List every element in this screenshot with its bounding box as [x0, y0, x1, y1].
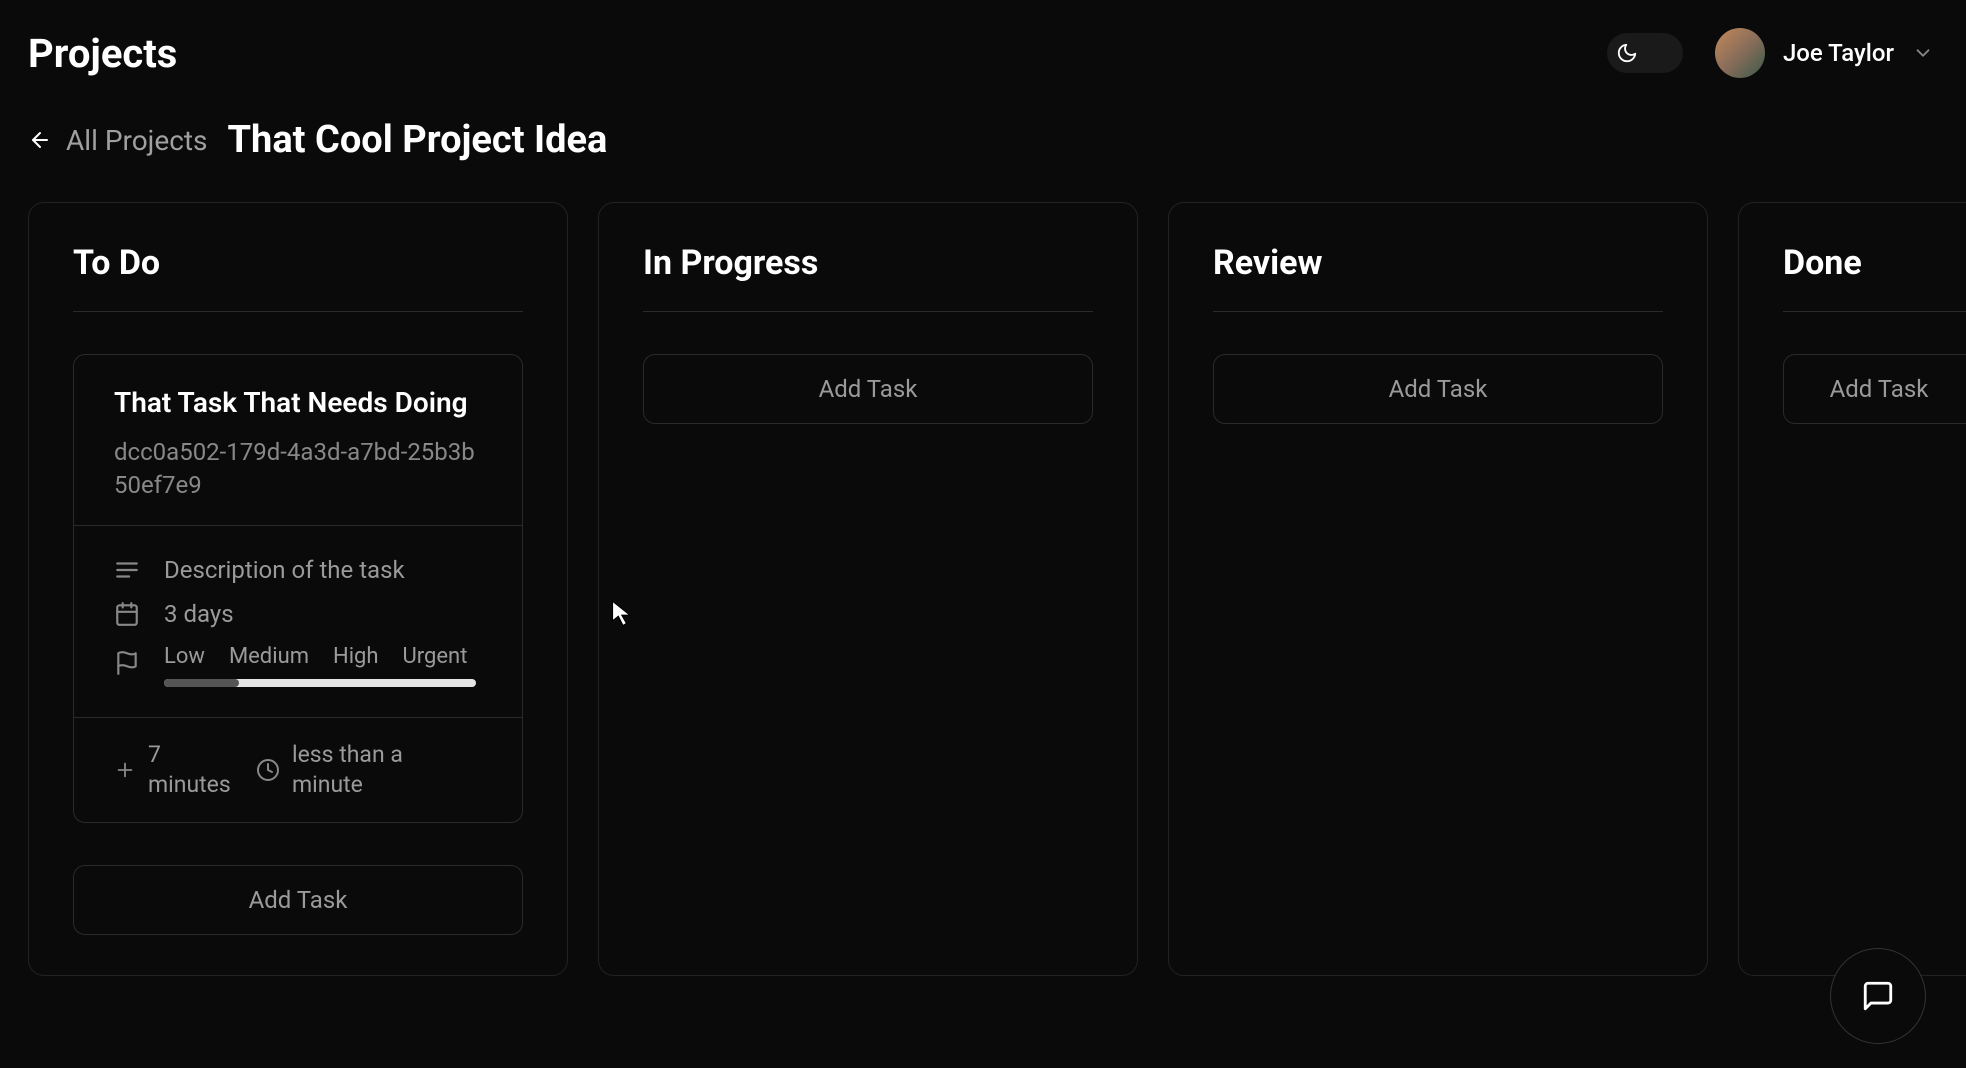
task-due: 3 days — [164, 600, 234, 628]
chat-icon — [1861, 979, 1895, 1013]
clock-icon — [256, 758, 280, 782]
priority-low: Low — [164, 644, 205, 669]
task-foot: 7 minutes less than a minute — [74, 717, 522, 822]
arrow-left-icon — [28, 128, 52, 152]
avatar — [1715, 28, 1765, 78]
column-title: In Progress — [643, 243, 1093, 312]
created-ago: 7 minutes — [114, 740, 240, 800]
column-title: Review — [1213, 243, 1663, 312]
moon-icon — [1611, 37, 1643, 69]
add-task-button[interactable]: Add Task — [73, 865, 523, 935]
add-task-button[interactable]: Add Task — [1213, 354, 1663, 424]
priority-wrap: Low Medium High Urgent — [164, 644, 476, 687]
app-header: Projects Joe Taylor — [0, 0, 1966, 78]
add-task-button[interactable]: Add Task — [1783, 354, 1966, 424]
username: Joe Taylor — [1783, 39, 1894, 67]
column-in-progress: In Progress Add Task — [598, 202, 1138, 976]
project-title: That Cool Project Idea — [228, 118, 608, 162]
kanban-board: To Do That Task That Needs Doing dcc0a50… — [0, 162, 1966, 976]
priority-fill — [164, 679, 239, 687]
calendar-icon — [114, 601, 140, 627]
task-due-row: 3 days — [114, 592, 482, 636]
text-icon — [114, 557, 140, 583]
updated-ago-text: less than a minute — [292, 740, 422, 800]
column-todo: To Do That Task That Needs Doing dcc0a50… — [28, 202, 568, 976]
task-description: Description of the task — [164, 556, 405, 584]
task-description-row: Description of the task — [114, 548, 482, 592]
add-task-button[interactable]: Add Task — [643, 354, 1093, 424]
task-head: That Task That Needs Doing dcc0a502-179d… — [74, 355, 522, 525]
created-ago-text: 7 minutes — [148, 740, 240, 800]
back-label: All Projects — [66, 124, 208, 157]
priority-high: High — [333, 644, 379, 669]
theme-toggle[interactable] — [1607, 33, 1683, 73]
column-done: Done Add Task — [1738, 202, 1966, 976]
task-title: That Task That Needs Doing — [114, 383, 482, 422]
user-menu[interactable]: Joe Taylor — [1715, 28, 1934, 78]
priority-slider[interactable] — [164, 679, 476, 687]
updated-ago: less than a minute — [256, 740, 422, 800]
header-right: Joe Taylor — [1607, 28, 1934, 78]
page-title: Projects — [28, 30, 177, 77]
header-left: Projects — [28, 30, 177, 77]
column-title: Done — [1783, 243, 1966, 312]
plus-icon — [114, 759, 136, 781]
back-to-projects[interactable]: All Projects — [28, 124, 208, 157]
task-meta: Description of the task 3 days Low — [74, 525, 522, 717]
column-review: Review Add Task — [1168, 202, 1708, 976]
chat-fab[interactable] — [1830, 948, 1926, 1044]
priority-medium: Medium — [229, 644, 309, 669]
task-card[interactable]: That Task That Needs Doing dcc0a502-179d… — [73, 354, 523, 823]
column-title: To Do — [73, 243, 523, 312]
priority-urgent: Urgent — [403, 644, 468, 669]
task-id: dcc0a502-179d-4a3d-a7bd-25b3b50ef7e9 — [114, 436, 482, 501]
task-priority-row: Low Medium High Urgent — [114, 636, 482, 695]
chevron-down-icon — [1912, 42, 1934, 64]
priority-labels: Low Medium High Urgent — [164, 644, 476, 669]
breadcrumb: All Projects That Cool Project Idea — [0, 78, 1966, 162]
flag-icon — [114, 650, 140, 676]
